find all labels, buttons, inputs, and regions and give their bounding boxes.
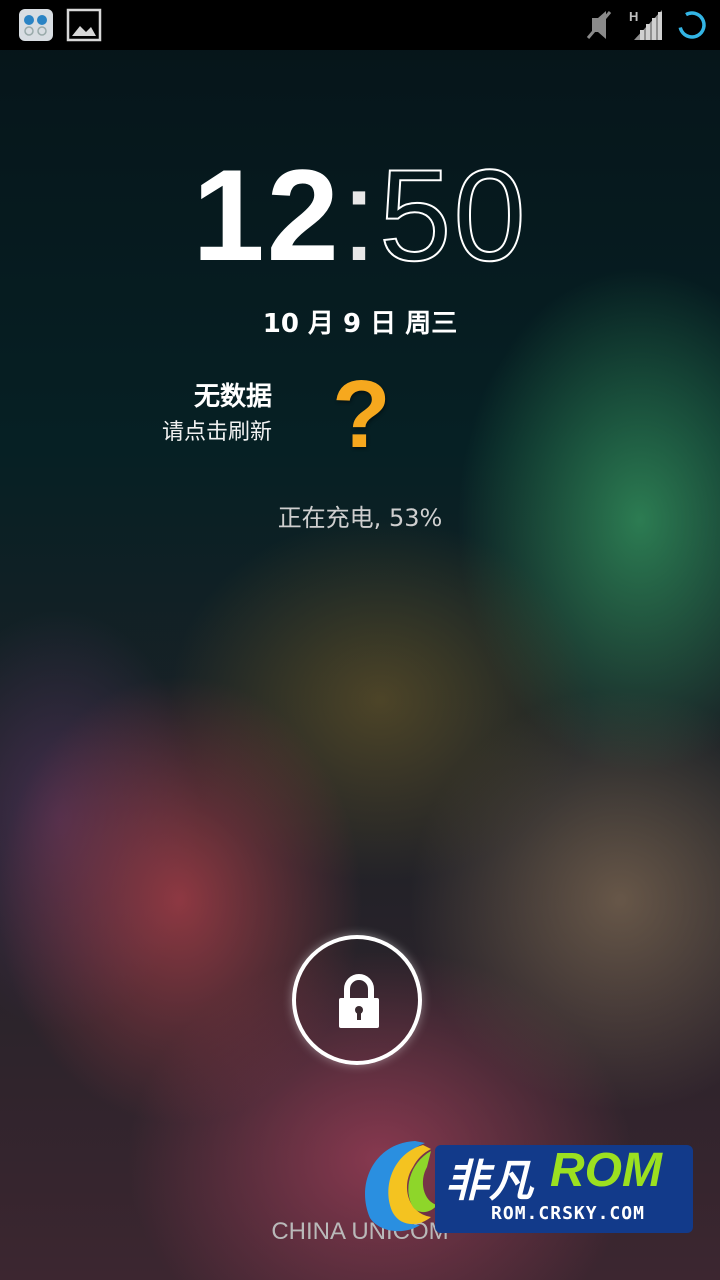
picture-icon bbox=[66, 8, 102, 46]
clock-hours: 12 bbox=[192, 142, 341, 288]
date-label: 10 月 9 日 周三 bbox=[262, 309, 458, 339]
unlock-button[interactable] bbox=[292, 935, 422, 1065]
clock-separator: : bbox=[340, 142, 380, 288]
watermark-cn-text: 非凡 bbox=[445, 1156, 533, 1207]
clock-minutes: 50 bbox=[378, 142, 528, 288]
lockscreen-clock: 12:50 bbox=[0, 149, 720, 281]
charging-status: 正在充电, 53% bbox=[277, 504, 443, 532]
notification-app-icon bbox=[18, 8, 54, 46]
weather-refresh-hint[interactable]: 请点击刷新 bbox=[162, 414, 272, 446]
watermark-url: ROM.CRSKY.COM bbox=[491, 1203, 645, 1224]
weather-title[interactable]: 无数据 bbox=[194, 376, 272, 413]
padlock-icon bbox=[335, 972, 383, 1036]
watermark-rom-text: ROM bbox=[550, 1144, 662, 1197]
status-bar: H H bbox=[0, 0, 720, 50]
watermark-logo: 非凡 ROM ROM.CRSKY.COM bbox=[345, 1133, 695, 1238]
loading-ring-icon bbox=[676, 8, 708, 46]
question-mark-icon[interactable]: ? bbox=[332, 360, 391, 470]
signal-h-icon: H bbox=[628, 8, 664, 46]
mute-icon bbox=[584, 8, 614, 46]
svg-text:H: H bbox=[629, 9, 638, 24]
